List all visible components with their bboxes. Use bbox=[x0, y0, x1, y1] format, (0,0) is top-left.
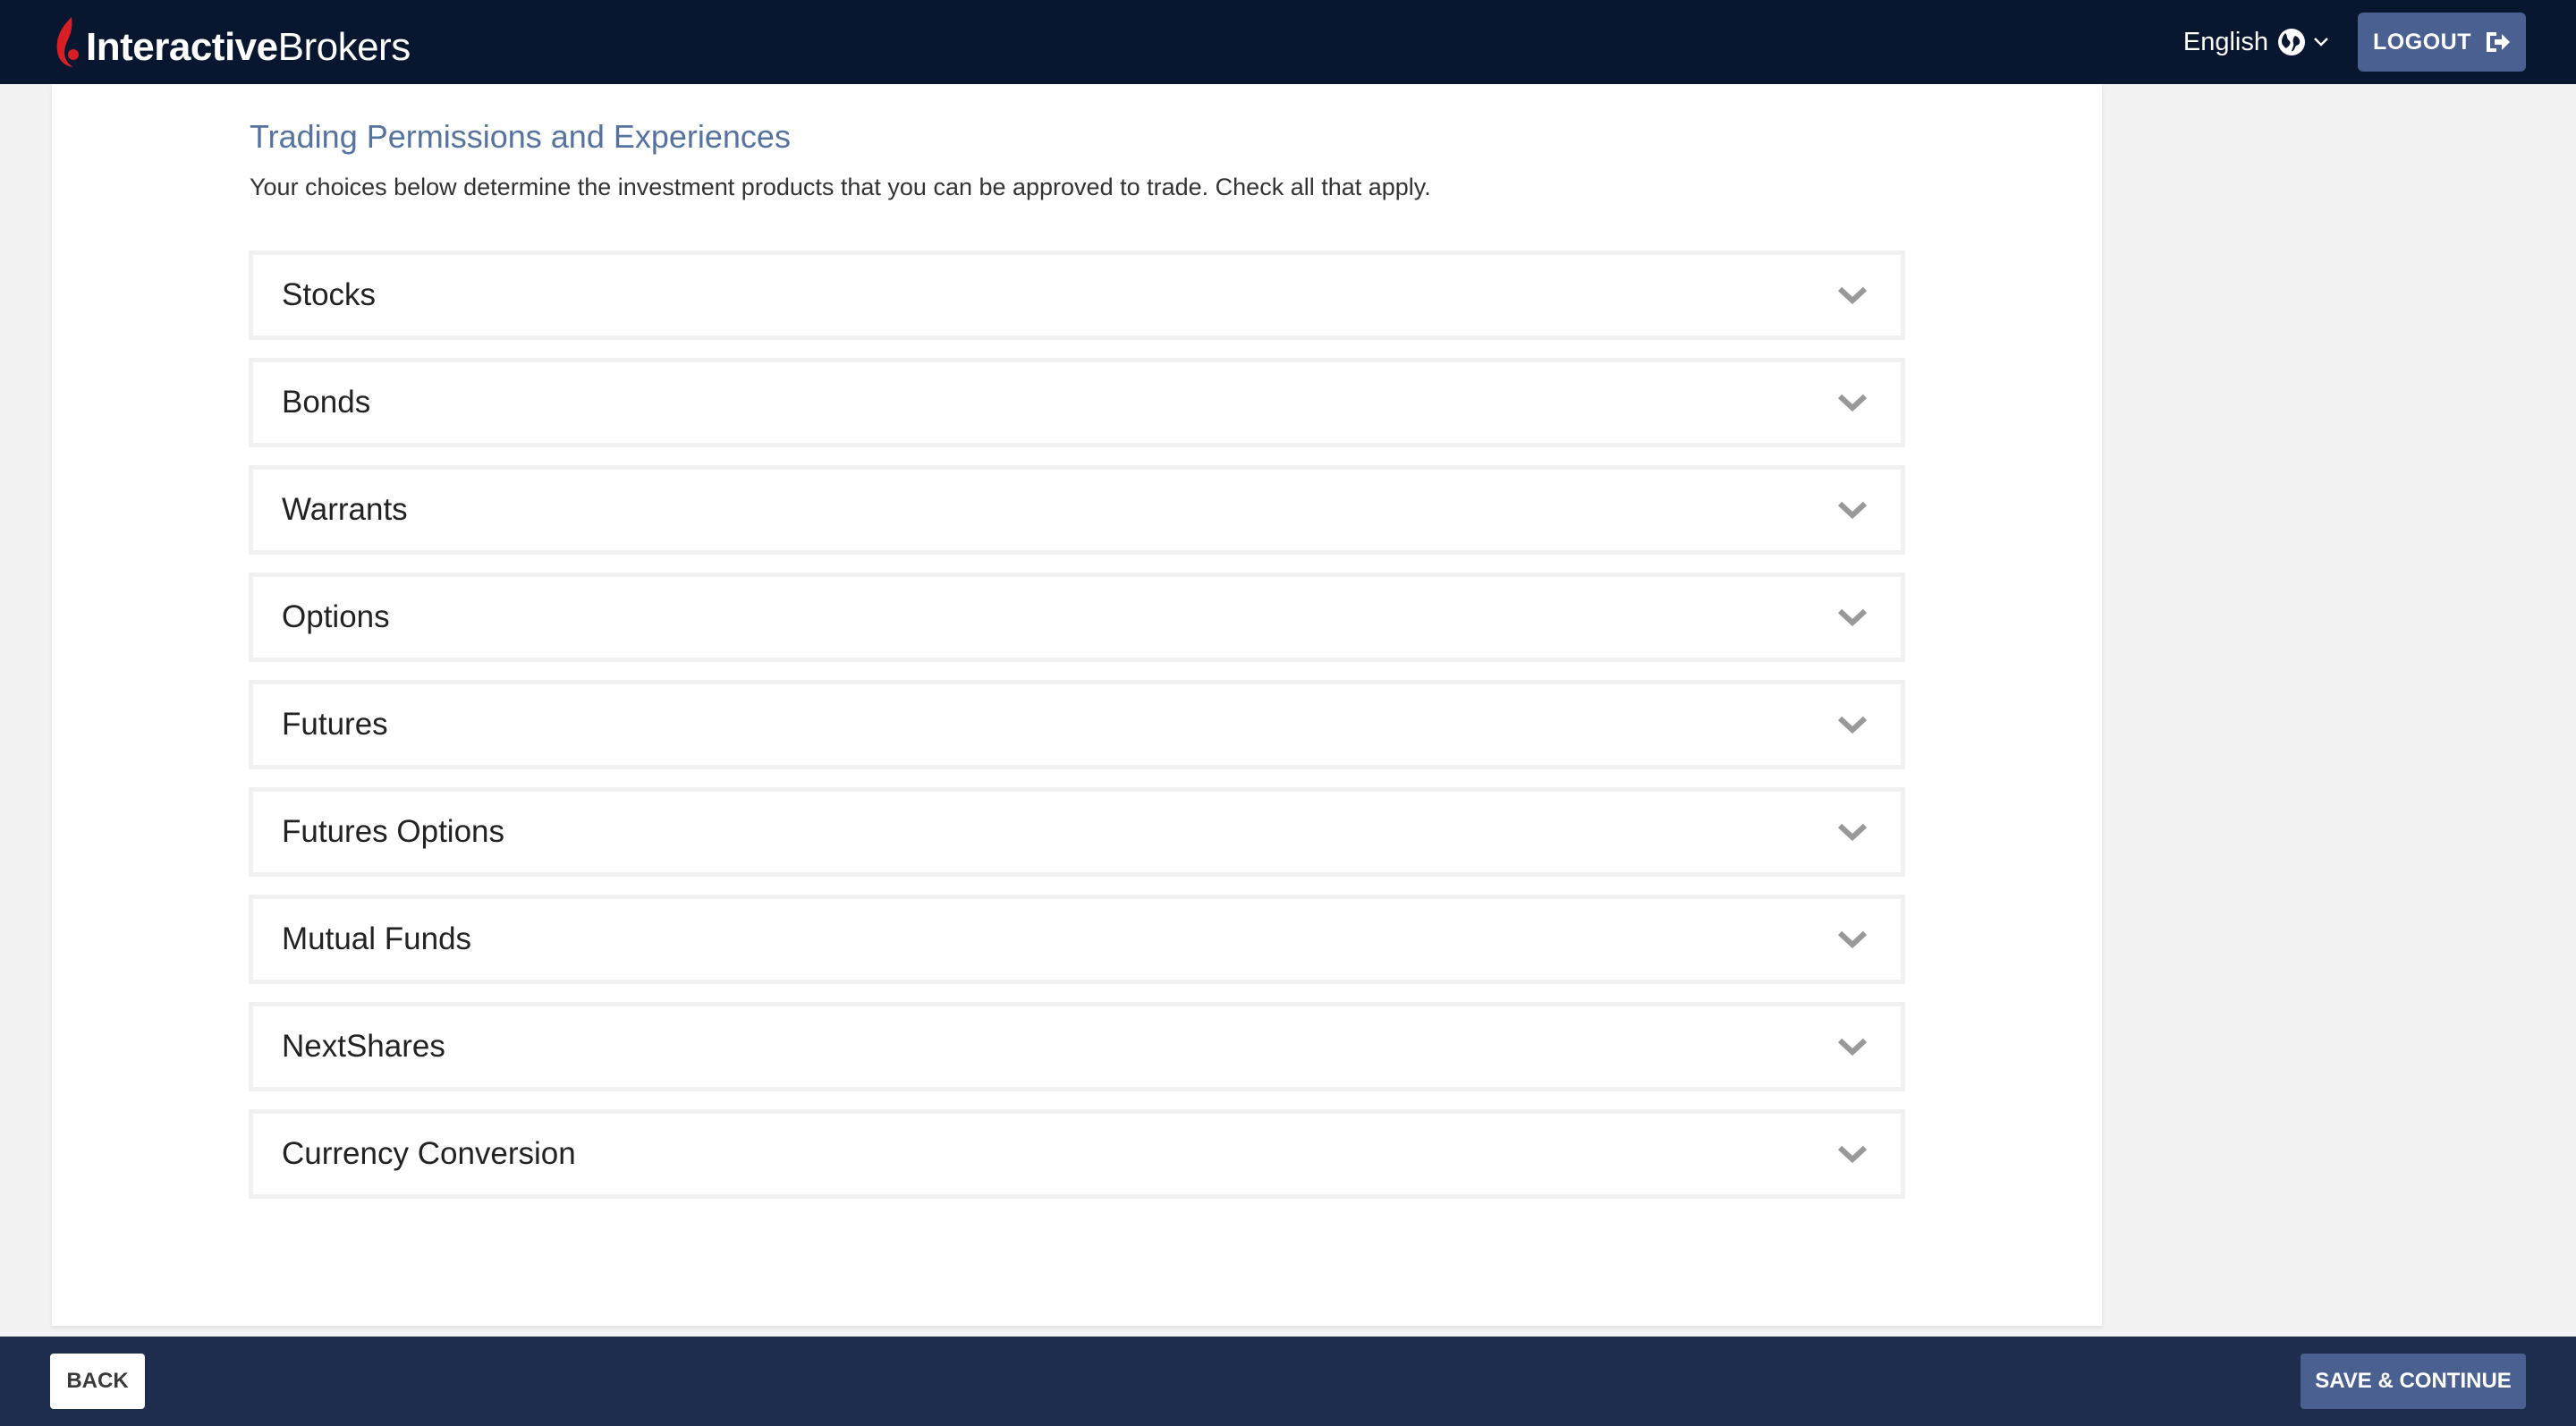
accordion-label: Futures Options bbox=[282, 814, 504, 849]
page-title: Trading Permissions and Experiences bbox=[250, 118, 791, 155]
bottom-action-bar: BACK SAVE & CONTINUE bbox=[0, 1337, 2576, 1426]
logout-button[interactable]: LOGOUT bbox=[2358, 13, 2526, 72]
accordion-item-futures-options[interactable]: Futures Options bbox=[249, 787, 1905, 877]
accordion-label: Warrants bbox=[282, 492, 408, 527]
chevron-down-icon bbox=[1837, 286, 1868, 305]
accordion-label: Bonds bbox=[282, 385, 371, 420]
chevron-down-icon bbox=[1837, 501, 1868, 520]
accordion-item-futures[interactable]: Futures bbox=[249, 680, 1905, 769]
logout-label: LOGOUT bbox=[2373, 29, 2471, 55]
logo-text-regular: Brokers bbox=[277, 25, 411, 69]
product-accordion: Stocks Bonds Warrants Options Futures Fu… bbox=[249, 250, 1905, 1217]
globe-icon bbox=[2278, 29, 2305, 55]
chevron-down-icon bbox=[1837, 1145, 1868, 1164]
header-actions: English LOGOUT bbox=[2183, 13, 2526, 72]
sign-out-icon bbox=[2486, 32, 2510, 52]
accordion-label: Mutual Funds bbox=[282, 921, 472, 956]
content-panel: Trading Permissions and Experiences Your… bbox=[52, 84, 2102, 1326]
logo-wordmark: InteractiveBrokers bbox=[86, 28, 411, 69]
accordion-label: Futures bbox=[282, 707, 388, 742]
language-label: English bbox=[2182, 27, 2268, 56]
logo-flame-icon bbox=[56, 17, 79, 67]
top-navigation-bar: InteractiveBrokers English LOGOUT bbox=[0, 0, 2576, 84]
accordion-item-nextshares[interactable]: NextShares bbox=[249, 1002, 1905, 1091]
save-and-continue-button[interactable]: SAVE & CONTINUE bbox=[2301, 1354, 2526, 1409]
accordion-label: NextShares bbox=[282, 1029, 445, 1064]
back-button[interactable]: BACK bbox=[50, 1354, 145, 1409]
accordion-label: Options bbox=[282, 599, 390, 634]
chevron-down-icon bbox=[1837, 1038, 1868, 1057]
accordion-item-warrants[interactable]: Warrants bbox=[249, 465, 1905, 555]
accordion-item-currency-conversion[interactable]: Currency Conversion bbox=[249, 1109, 1905, 1199]
accordion-item-options[interactable]: Options bbox=[249, 573, 1905, 662]
chevron-down-icon bbox=[2314, 38, 2328, 47]
language-selector[interactable]: English bbox=[2183, 28, 2329, 57]
accordion-label: Stocks bbox=[282, 277, 377, 312]
accordion-item-bonds[interactable]: Bonds bbox=[249, 358, 1905, 447]
chevron-down-icon bbox=[1837, 930, 1868, 949]
interactive-brokers-logo[interactable]: InteractiveBrokers bbox=[52, 15, 411, 69]
accordion-label: Currency Conversion bbox=[282, 1136, 576, 1171]
chevron-down-icon bbox=[1837, 394, 1868, 412]
accordion-item-stocks[interactable]: Stocks bbox=[249, 250, 1905, 340]
accordion-item-mutual-funds[interactable]: Mutual Funds bbox=[249, 895, 1905, 984]
page-description: Your choices below determine the investm… bbox=[250, 174, 1431, 200]
chevron-down-icon bbox=[1837, 716, 1868, 734]
chevron-down-icon bbox=[1837, 823, 1868, 842]
chevron-down-icon bbox=[1837, 608, 1868, 627]
logo-text-bold: Interactive bbox=[86, 25, 278, 69]
